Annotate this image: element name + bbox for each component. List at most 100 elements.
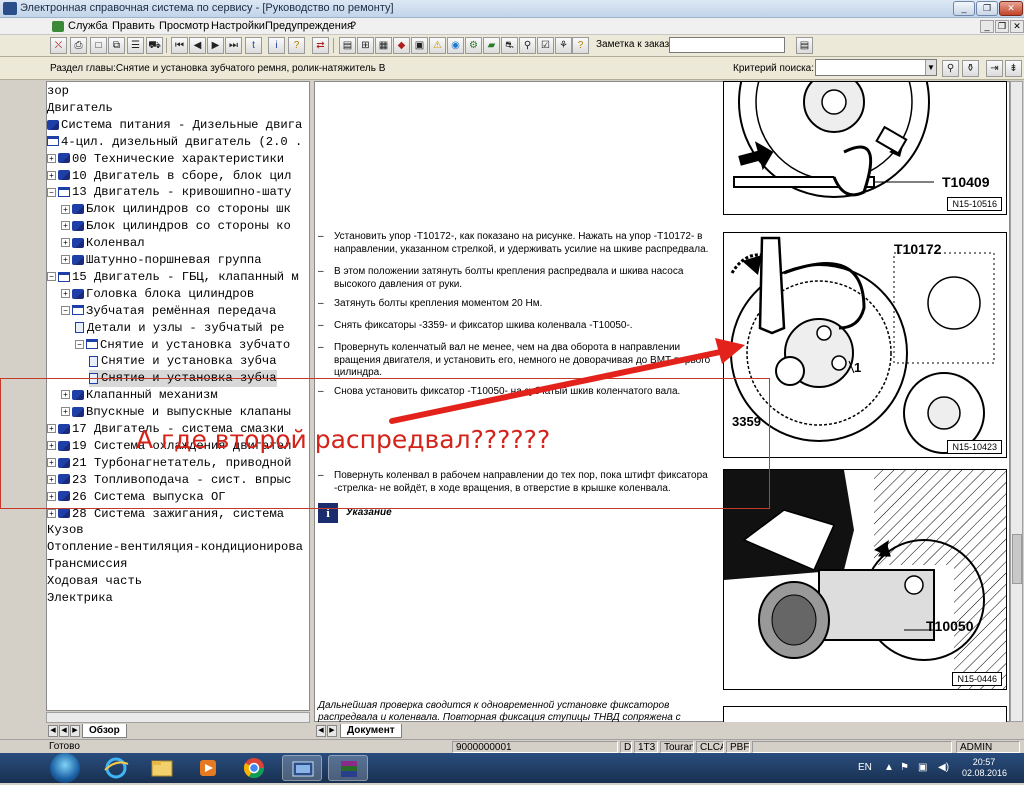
tab-first-icon[interactable]: ◀ bbox=[48, 725, 58, 737]
print-icon[interactable]: ⎙ bbox=[70, 37, 87, 54]
chrome-icon[interactable] bbox=[234, 755, 274, 781]
tree-item[interactable]: +00 Технические характеристики bbox=[47, 151, 284, 168]
internet-explorer-icon[interactable] bbox=[96, 755, 136, 781]
tree-item[interactable]: Снятие и установка зубча bbox=[89, 370, 277, 388]
file-explorer-icon[interactable] bbox=[142, 755, 182, 781]
menu-help[interactable]: ? bbox=[350, 20, 356, 32]
catalog-icon[interactable]: ▣ bbox=[411, 37, 428, 54]
expand-icon[interactable]: + bbox=[61, 221, 70, 231]
tree-item[interactable]: + Блок цилиндров со стороны ко bbox=[61, 218, 291, 235]
last-page-icon[interactable]: ⏭ bbox=[225, 37, 242, 54]
menu-view[interactable]: Просмотр bbox=[159, 20, 209, 32]
expand-icon[interactable]: + bbox=[47, 508, 56, 518]
car-icon[interactable]: ⛐ bbox=[501, 37, 518, 54]
tree-item[interactable]: зор bbox=[47, 83, 69, 100]
tree-item[interactable]: + Шатунно-поршневая группа bbox=[61, 252, 262, 269]
tab-prev-icon[interactable]: ◀ bbox=[316, 725, 326, 737]
expand-icon[interactable]: + bbox=[47, 424, 56, 434]
tree-item[interactable]: Электрика bbox=[47, 590, 113, 607]
next-page-icon[interactable]: ▶ bbox=[207, 37, 224, 54]
service-system-taskbar-icon[interactable] bbox=[282, 755, 322, 781]
tab-overview[interactable]: Обзор bbox=[82, 724, 127, 738]
language-indicator[interactable]: EN bbox=[858, 762, 872, 773]
collapse-icon[interactable]: − bbox=[75, 339, 84, 349]
warning-icon[interactable]: ⚠ bbox=[429, 37, 446, 54]
expand-icon[interactable]: + bbox=[61, 204, 70, 214]
find-icon[interactable]: ⚲ bbox=[942, 60, 959, 77]
swap-icon[interactable]: ⇄ bbox=[312, 37, 329, 54]
chevron-down-icon[interactable]: ▼ bbox=[925, 60, 936, 75]
new-document-icon[interactable]: □ bbox=[90, 37, 107, 54]
tab-next-icon[interactable]: ▶ bbox=[327, 725, 337, 737]
tree-item[interactable]: 4-цил. дизельный двигатель (2.0 . bbox=[47, 134, 302, 151]
tree-item[interactable]: +19 Система охлаждения двигател bbox=[47, 438, 291, 455]
menu-service[interactable]: Служба bbox=[68, 20, 108, 32]
link-icon[interactable]: t bbox=[245, 37, 262, 54]
tab-next-icon[interactable]: ▶ bbox=[70, 725, 80, 737]
exit-icon[interactable]: ⛌ bbox=[50, 37, 67, 54]
tab-prev-icon[interactable]: ◀ bbox=[59, 725, 69, 737]
menu-settings[interactable]: Настройки bbox=[211, 20, 265, 32]
collapse-icon[interactable]: − bbox=[47, 187, 56, 197]
filter-icon[interactable]: ⚱ bbox=[962, 60, 979, 77]
book-icon[interactable]: ▰ bbox=[483, 37, 500, 54]
expand-icon[interactable]: + bbox=[47, 458, 56, 468]
tree-item[interactable]: +26 Система выпуска ОГ bbox=[47, 489, 226, 506]
tab-document[interactable]: Документ bbox=[340, 724, 402, 738]
tree-item[interactable]: − 13 Двигатель - кривошипно-шату bbox=[47, 184, 291, 201]
flag-icon[interactable]: ⚑ bbox=[900, 762, 909, 773]
tree-item[interactable]: +17 Двигатель - система смазки bbox=[47, 421, 284, 438]
tree-item[interactable]: +21 Турбонагнетатель, приводной bbox=[47, 455, 291, 472]
expand-icon[interactable]: + bbox=[47, 153, 56, 163]
scrollbar-thumb[interactable] bbox=[1012, 534, 1022, 584]
tree-item[interactable]: + Впускные и выпускные клапаны bbox=[61, 404, 291, 421]
tree-item[interactable]: + Головка блока цилиндров bbox=[61, 286, 254, 303]
globe-icon[interactable]: ◉ bbox=[447, 37, 464, 54]
expand-icon[interactable]: + bbox=[61, 390, 70, 400]
tree-item[interactable]: + Коленвал bbox=[61, 235, 145, 252]
collapse-icon[interactable]: − bbox=[47, 272, 56, 282]
tree-item[interactable]: +10 Двигатель в сборе, блок цил bbox=[47, 168, 291, 185]
clock[interactable]: 20:57 02.08.2016 bbox=[962, 757, 1007, 779]
tree-item[interactable]: +23 Топливоподача - сист. впрыс bbox=[47, 472, 291, 489]
expand-icon[interactable]: + bbox=[61, 255, 70, 265]
vehicle-icon[interactable]: ⛟ bbox=[146, 37, 163, 54]
tree-item[interactable]: Отопление-вентиляция-кондиционирова bbox=[47, 539, 303, 556]
wiring-icon[interactable]: ⊞ bbox=[357, 37, 374, 54]
next-chapter-icon[interactable]: ⇟ bbox=[1005, 60, 1022, 77]
tree-item[interactable]: Трансмиссия bbox=[47, 556, 127, 573]
search-icon[interactable]: ⚲ bbox=[519, 37, 536, 54]
expand-icon[interactable]: + bbox=[61, 407, 70, 417]
document-vertical-scrollbar[interactable] bbox=[1010, 81, 1023, 722]
graph-icon[interactable]: ⚘ bbox=[555, 37, 572, 54]
volume-icon[interactable]: ◀) bbox=[938, 762, 949, 773]
expand-icon[interactable]: + bbox=[47, 170, 56, 180]
settings-icon[interactable]: ⚙ bbox=[465, 37, 482, 54]
order-note-input[interactable] bbox=[669, 37, 785, 53]
media-player-icon[interactable] bbox=[188, 755, 228, 781]
context-help-icon[interactable]: ? bbox=[572, 37, 589, 54]
winrar-icon[interactable] bbox=[328, 755, 368, 781]
start-button[interactable] bbox=[50, 753, 80, 783]
menu-warnings[interactable]: Предупреждения bbox=[265, 20, 353, 32]
close-button[interactable]: ✕ bbox=[999, 1, 1023, 16]
mdi-restore-button[interactable]: ❐ bbox=[995, 20, 1009, 33]
previous-page-icon[interactable]: ◀ bbox=[189, 37, 206, 54]
expand-icon[interactable]: + bbox=[61, 238, 70, 248]
network-icon[interactable]: ▣ bbox=[918, 762, 927, 773]
tree-item[interactable]: − 15 Двигатель - ГБЦ, клапанный м bbox=[47, 269, 299, 286]
tree-item[interactable]: +28 Система зажигания, система bbox=[47, 506, 284, 523]
note-edit-icon[interactable]: ▤ bbox=[796, 37, 813, 54]
minimize-button[interactable]: _ bbox=[953, 1, 975, 16]
tree-item[interactable]: Снятие и установка зубча bbox=[89, 353, 277, 370]
expand-icon[interactable]: + bbox=[47, 441, 56, 451]
document-list-icon[interactable]: ☰ bbox=[127, 37, 144, 54]
collapse-icon[interactable]: − bbox=[61, 305, 70, 315]
tree-item[interactable]: Двигатель bbox=[47, 100, 113, 117]
expand-icon[interactable]: + bbox=[47, 491, 56, 501]
info-icon[interactable]: i bbox=[268, 37, 285, 54]
mdi-close-button[interactable]: ✕ bbox=[1010, 20, 1024, 33]
restore-button[interactable]: ❐ bbox=[976, 1, 998, 16]
tree-item[interactable]: − Зубчатая ремённая передача bbox=[61, 303, 276, 320]
mdi-minimize-button[interactable]: _ bbox=[980, 20, 994, 33]
